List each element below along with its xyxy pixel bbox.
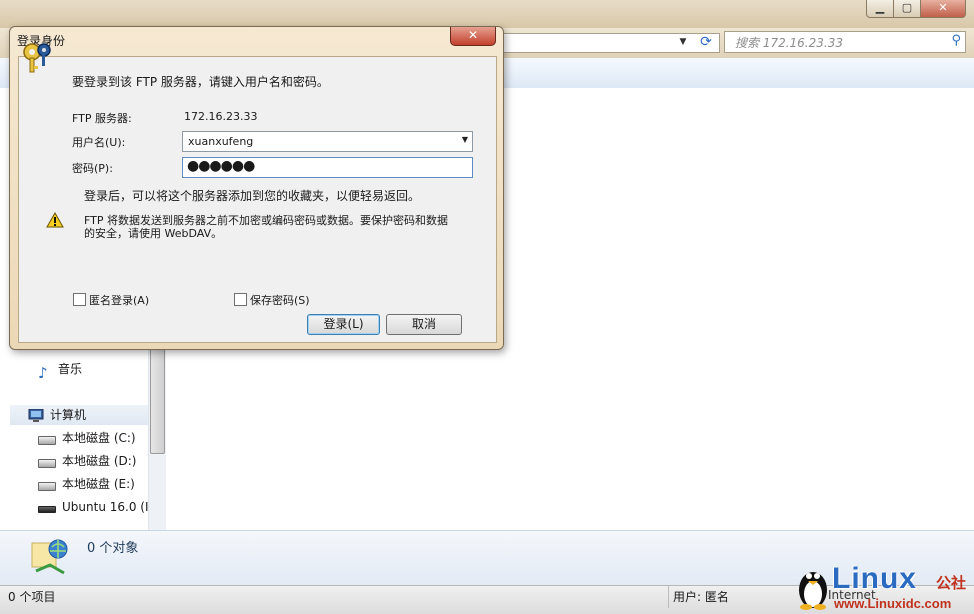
nav-item-drive-i[interactable]: Ubuntu 16.0 (I:) bbox=[38, 497, 157, 517]
server-label: FTP 服务器: bbox=[72, 112, 132, 125]
nav-item-drive-d[interactable]: 本地磁盘 (D:) bbox=[38, 451, 136, 471]
keys-icon bbox=[23, 43, 51, 73]
nav-item-drive-e[interactable]: 本地磁盘 (E:) bbox=[38, 474, 135, 494]
password-mask: ●●●●●● bbox=[187, 158, 255, 174]
favorites-note: 登录后，可以将这个服务器添加到您的收藏夹，以便轻易返回。 bbox=[84, 189, 421, 203]
status-user: 用户: 匿名 bbox=[673, 590, 729, 604]
refresh-icon[interactable]: ⟳ bbox=[696, 33, 716, 51]
hard-drive-icon bbox=[38, 459, 56, 468]
search-placeholder: 搜索 172.16.23.33 bbox=[735, 36, 843, 50]
chevron-down-icon[interactable]: ▼ bbox=[462, 135, 468, 144]
minimize-button[interactable]: ▁ bbox=[866, 0, 894, 18]
windows-drive-icon bbox=[38, 436, 56, 445]
watermark-brand: Linux bbox=[832, 562, 917, 595]
search-input[interactable]: 搜索 172.16.23.33 ⚲ bbox=[724, 31, 966, 53]
status-item-count: 0 个项目 bbox=[8, 590, 56, 604]
nav-item-drive-c[interactable]: 本地磁盘 (C:) bbox=[38, 428, 136, 448]
hard-drive-icon bbox=[38, 482, 56, 491]
watermark-url: www.Linuxidc.com bbox=[834, 596, 952, 611]
username-combobox[interactable]: xuanxufeng ▼ bbox=[182, 131, 473, 152]
nav-item-computer[interactable]: 计算机 bbox=[10, 405, 148, 425]
dialog-prompt: 要登录到该 FTP 服务器，请键入用户名和密码。 bbox=[72, 75, 329, 89]
details-item-count: 0 个对象 bbox=[87, 541, 139, 556]
anonymous-label[interactable]: 匿名登录(A) bbox=[89, 292, 149, 308]
search-icon[interactable]: ⚲ bbox=[951, 33, 961, 48]
username-label: 用户名(U): bbox=[72, 136, 126, 149]
save-password-checkbox[interactable] bbox=[234, 293, 247, 306]
computer-icon bbox=[28, 408, 44, 423]
login-button[interactable]: 登录(L) bbox=[307, 314, 380, 335]
explorer-titlebar bbox=[0, 0, 974, 28]
password-label: 密码(P): bbox=[72, 162, 113, 175]
maximize-button[interactable]: ▢ bbox=[893, 0, 921, 18]
address-dropdown-icon[interactable]: ▼ bbox=[676, 33, 690, 51]
warning-icon bbox=[46, 212, 64, 228]
server-value: 172.16.23.33 bbox=[184, 110, 258, 123]
watermark-brand-cn: 公社 bbox=[936, 574, 967, 592]
removable-drive-icon bbox=[38, 506, 56, 513]
warning-line-2: 的安全，请使用 WebDAV。 bbox=[84, 227, 223, 240]
cancel-button[interactable]: 取消 bbox=[386, 314, 462, 335]
password-field[interactable]: ●●●●●● bbox=[182, 157, 473, 178]
username-value: xuanxufeng bbox=[188, 135, 254, 148]
music-note-icon: ♪ bbox=[38, 363, 48, 382]
nav-item-music[interactable]: ♪ 音乐 bbox=[38, 359, 82, 382]
save-password-label[interactable]: 保存密码(S) bbox=[250, 292, 310, 308]
anonymous-checkbox[interactable] bbox=[73, 293, 86, 306]
status-divider bbox=[668, 586, 669, 608]
network-folder-icon bbox=[31, 539, 68, 575]
dialog-close-button[interactable]: ✕ bbox=[450, 27, 496, 46]
tux-penguin-logo bbox=[799, 572, 827, 610]
window-close-button[interactable]: ✕ bbox=[920, 0, 966, 18]
